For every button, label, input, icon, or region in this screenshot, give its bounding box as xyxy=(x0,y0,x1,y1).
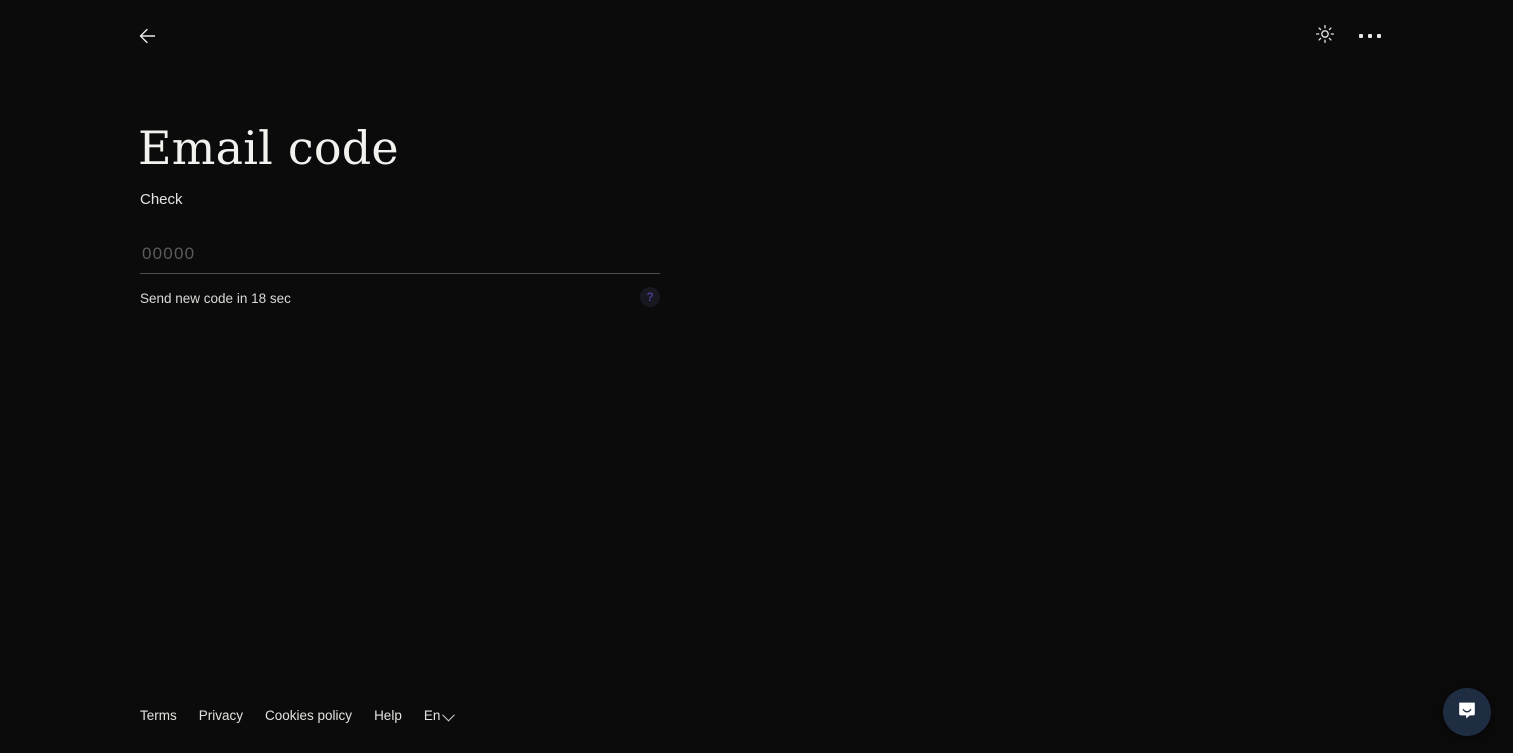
more-horizontal-icon xyxy=(1359,34,1363,38)
intercom-messenger-icon xyxy=(1455,698,1479,727)
more-horizontal-icon xyxy=(1368,34,1372,38)
footer-link-cookies-policy[interactable]: Cookies policy xyxy=(265,707,352,725)
help-badge[interactable]: ? xyxy=(640,287,660,307)
footer: Terms Privacy Cookies policy Help En xyxy=(140,707,456,725)
code-field-wrapper xyxy=(140,240,660,274)
verification-code-input[interactable] xyxy=(140,240,660,274)
resend-timer-text: Send new code in 18 sec xyxy=(140,291,291,306)
page-header xyxy=(0,0,1513,72)
code-field-footer: Send new code in 18 sec ? xyxy=(140,287,660,309)
auth-page: Email code Check Send new code in 18 sec… xyxy=(0,0,1513,753)
back-button[interactable] xyxy=(135,22,163,50)
more-horizontal-icon xyxy=(1377,34,1381,38)
footer-link-help[interactable]: Help xyxy=(374,707,402,725)
arrow-left-icon xyxy=(138,28,160,44)
page-subtitle: Check xyxy=(140,191,183,208)
more-menu-button[interactable] xyxy=(1355,22,1385,50)
footer-link-terms[interactable]: Terms xyxy=(140,707,177,725)
language-selector[interactable]: En xyxy=(423,707,456,725)
page-title: Email code xyxy=(138,121,399,175)
theme-toggle-button[interactable] xyxy=(1311,22,1339,50)
chevron-down-icon xyxy=(442,708,456,721)
header-actions xyxy=(1311,22,1385,50)
chat-launcher-button[interactable] xyxy=(1443,688,1491,736)
footer-link-privacy[interactable]: Privacy xyxy=(199,707,243,725)
sun-icon xyxy=(1315,24,1335,49)
language-label: En xyxy=(423,708,441,723)
